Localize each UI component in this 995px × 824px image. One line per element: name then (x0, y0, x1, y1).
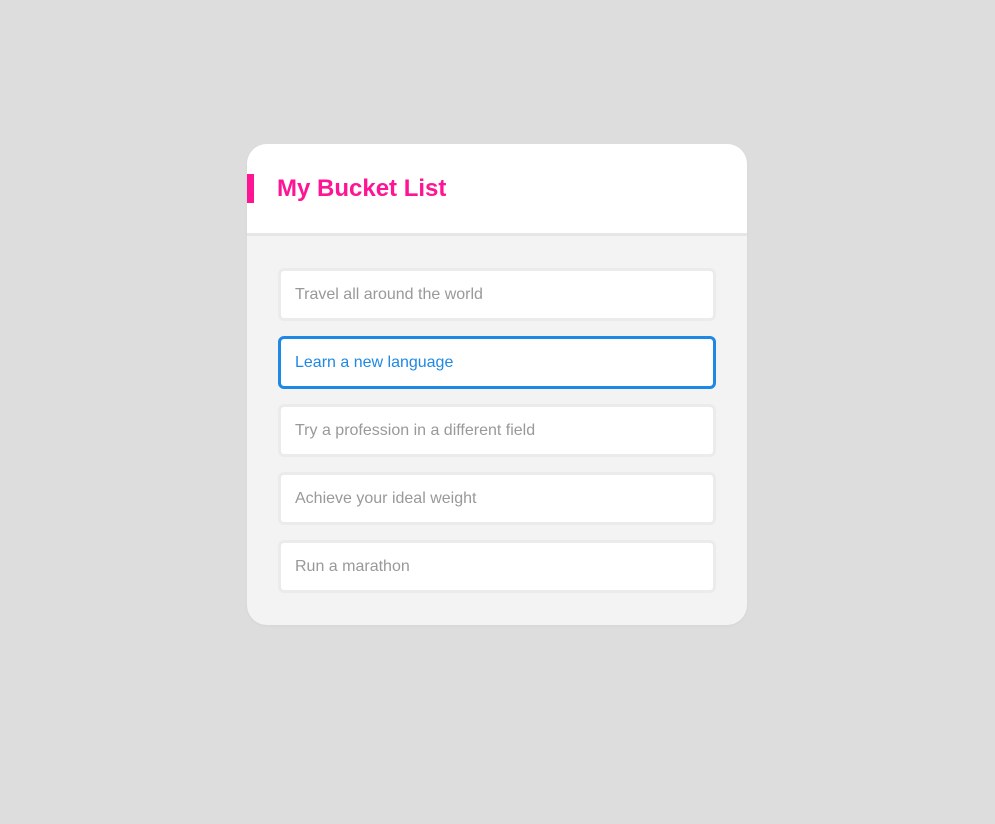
bucket-list-card: My Bucket List Travel all around the wor… (247, 144, 747, 625)
list-item[interactable]: Achieve your ideal weight (278, 472, 716, 525)
page-title: My Bucket List (277, 175, 447, 202)
list-item-selected[interactable]: Learn a new language (278, 336, 716, 389)
title-accent-bar (247, 174, 254, 203)
list-item[interactable]: Run a marathon (278, 540, 716, 593)
list-item[interactable]: Travel all around the world (278, 268, 716, 321)
list-item[interactable]: Try a profession in a different field (278, 404, 716, 457)
bucket-list: Travel all around the world Learn a new … (278, 268, 716, 608)
card-header: My Bucket List (247, 144, 747, 236)
